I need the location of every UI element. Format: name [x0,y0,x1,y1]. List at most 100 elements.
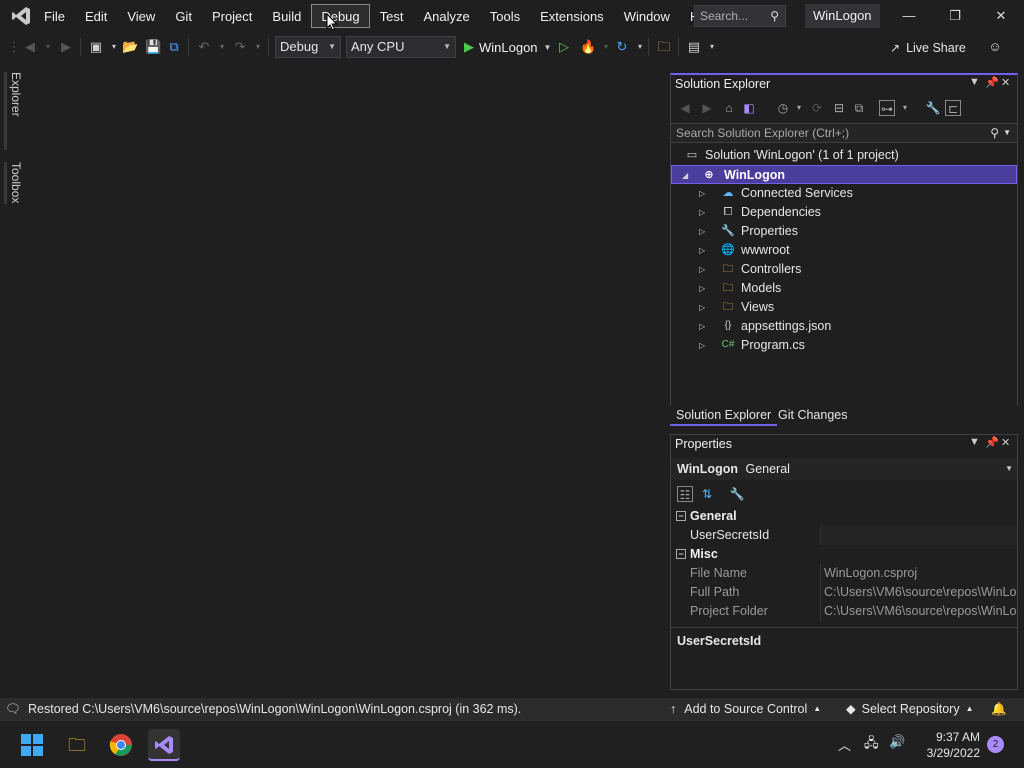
tree-item-program-cs[interactable]: ▷ C# Program.cs [671,336,1017,355]
feedback-icon[interactable]: ☺ [987,39,1003,55]
menu-git[interactable]: Git [165,4,202,28]
file-explorer-icon[interactable]: 🗀 [61,729,93,761]
menu-file[interactable]: File [34,4,75,28]
menu-edit[interactable]: Edit [75,4,117,28]
browse-folder-icon[interactable]: 🗀 [656,39,672,55]
new-project-icon[interactable]: ▣ [88,39,104,55]
menu-test[interactable]: Test [370,4,414,28]
switch-views-icon[interactable]: ◧ [741,100,757,116]
chrome-icon[interactable] [105,729,137,761]
flame-icon[interactable]: 🔥 [580,39,596,55]
collapse-all-icon[interactable]: ⊟ [831,100,847,116]
preview-selected-icon[interactable]: ⊶ [879,100,895,116]
preview-dropdown-icon[interactable]: ▾ [897,100,913,116]
restore-button[interactable]: ❐ [932,0,978,32]
show-all-files-icon[interactable]: ⧉ [851,100,867,116]
tab-solution-explorer[interactable]: Solution Explorer [670,406,778,426]
menu-extensions[interactable]: Extensions [530,4,614,28]
menu-build[interactable]: Build [262,4,311,28]
property-value-input[interactable] [820,526,1017,545]
notifications-bell-icon[interactable]: 🔔 [991,698,1007,720]
add-to-source-control-button[interactable]: ↑ Add to Source Control ▲ [670,698,821,720]
menu-project[interactable]: Project [202,4,262,28]
search-input[interactable]: Search... ⚲ [694,5,786,27]
visual-studio-taskbar-icon[interactable] [148,729,180,761]
search-options-dropdown-icon[interactable]: ▼ [1003,124,1011,142]
hot-reload-dropdown-icon[interactable]: ▾ [598,39,614,55]
notification-count-badge[interactable]: 2 [987,736,1004,753]
expand-arrow-icon[interactable]: ▷ [699,203,705,222]
undo-icon[interactable]: ↶ [196,39,212,55]
filter-dropdown-icon[interactable]: ▾ [791,100,807,116]
solution-configuration-select[interactable]: Debug ▼ [275,36,341,58]
property-row-usersecretsid[interactable]: UserSecretsId [671,526,1017,545]
window-position-dropdown-icon[interactable]: ▼ [969,436,980,448]
open-folder-icon[interactable]: 📂 [122,39,138,55]
undo-dropdown-icon[interactable]: ▾ [214,39,230,55]
alphabetical-icon[interactable]: ⇅ [699,486,715,502]
pin-icon[interactable]: 📌 [985,436,999,449]
tree-item-models[interactable]: ▷ 🗀 Models [671,279,1017,298]
visual-studio-logo-icon[interactable] [10,5,32,27]
back-icon[interactable]: ◀ [677,100,693,116]
start-without-debugging-icon[interactable]: ▷ [556,39,572,55]
expand-arrow-icon[interactable]: ▷ [699,279,705,298]
start-debugging-button[interactable]: ▶ WinLogon ▼ [464,37,551,57]
collapse-arrow-icon[interactable]: ◢ [682,166,688,185]
window-position-dropdown-icon[interactable]: ▼ [969,76,980,88]
tree-item-appsettings[interactable]: ▷ {} appsettings.json [671,317,1017,336]
pending-changes-filter-icon[interactable]: ◷ [775,100,791,116]
collapse-icon[interactable]: − [676,549,686,559]
tree-item-dependencies[interactable]: ▷ ⧠ Dependencies [671,203,1017,222]
toolbox-tab[interactable]: Toolbox [4,162,23,204]
expand-arrow-icon[interactable]: ▷ [699,222,705,241]
project-node[interactable]: ◢ ⊕ WinLogon [671,165,1017,184]
output-icon[interactable]: 🗨 [5,698,21,720]
save-icon[interactable]: 💾 [145,39,161,55]
volume-icon[interactable]: 🔊 [889,734,905,750]
expand-arrow-icon[interactable]: ▷ [699,298,705,317]
solution-node[interactable]: ▭ Solution 'WinLogon' (1 of 1 project) [671,146,1017,165]
new-project-dropdown-icon[interactable]: ▾ [106,39,122,55]
categorized-icon[interactable]: ☷ [677,486,693,502]
back-dropdown-icon[interactable]: ▾ [40,39,56,55]
clock[interactable]: 9:37 AM 3/29/2022 [916,729,980,761]
navigate-back-icon[interactable]: ◀ [22,39,38,55]
property-row-full-path[interactable]: Full Path C:\Users\VM6\source\repos\WinL… [671,583,1017,602]
tree-item-properties[interactable]: ▷ 🔧 Properties [671,222,1017,241]
solution-platform-select[interactable]: Any CPU ▼ [346,36,456,58]
category-misc[interactable]: − Misc [671,545,1017,564]
home-icon[interactable]: ⌂ [721,100,737,116]
solution-explorer-search-input[interactable]: Search Solution Explorer (Ctrl+;) ⚲ ▼ [671,123,1017,143]
tree-item-connected-services[interactable]: ▷ ☁ Connected Services [671,184,1017,203]
menu-view[interactable]: View [117,4,165,28]
live-share-button[interactable]: ↗ Live Share [890,39,966,57]
tree-item-controllers[interactable]: ▷ 🗀 Controllers [671,260,1017,279]
expand-arrow-icon[interactable]: ▷ [699,317,705,336]
expand-arrow-icon[interactable]: ▷ [699,184,705,203]
windows-start-icon[interactable] [16,729,48,761]
sync-icon[interactable]: ⟳ [809,100,825,116]
menu-analyze[interactable]: Analyze [413,4,479,28]
save-all-icon[interactable]: ⧉ [166,39,182,55]
close-icon[interactable]: ✕ [1001,76,1010,89]
redo-dropdown-icon[interactable]: ▾ [250,39,266,55]
menu-tools[interactable]: Tools [480,4,530,28]
expand-arrow-icon[interactable]: ▷ [699,260,705,279]
close-button[interactable]: ✕ [978,0,1024,32]
layout-icon[interactable]: ▤ [686,39,702,55]
close-icon[interactable]: ✕ [1001,436,1010,449]
menu-window[interactable]: Window [614,4,680,28]
property-pages-icon[interactable]: 🔧 [729,486,745,502]
select-repository-button[interactable]: ◆ Select Repository ▲ [846,698,974,720]
property-row-project-folder[interactable]: Project Folder C:\Users\VM6\source\repos… [671,602,1017,621]
show-hidden-icons-chevron-icon[interactable]: ︿ [838,735,851,754]
forward-icon[interactable]: ▶ [699,100,715,116]
navigate-forward-icon[interactable]: ▶ [58,39,74,55]
property-row-file-name[interactable]: File Name WinLogon.csproj [671,564,1017,583]
refresh-dropdown-icon[interactable]: ▾ [632,39,648,55]
tree-item-wwwroot[interactable]: ▷ 🌐 wwwroot [671,241,1017,260]
toolbar-options-icon[interactable]: ▾ [704,39,720,55]
network-icon[interactable]: 🖧 [864,734,879,756]
expand-arrow-icon[interactable]: ▷ [699,336,705,355]
